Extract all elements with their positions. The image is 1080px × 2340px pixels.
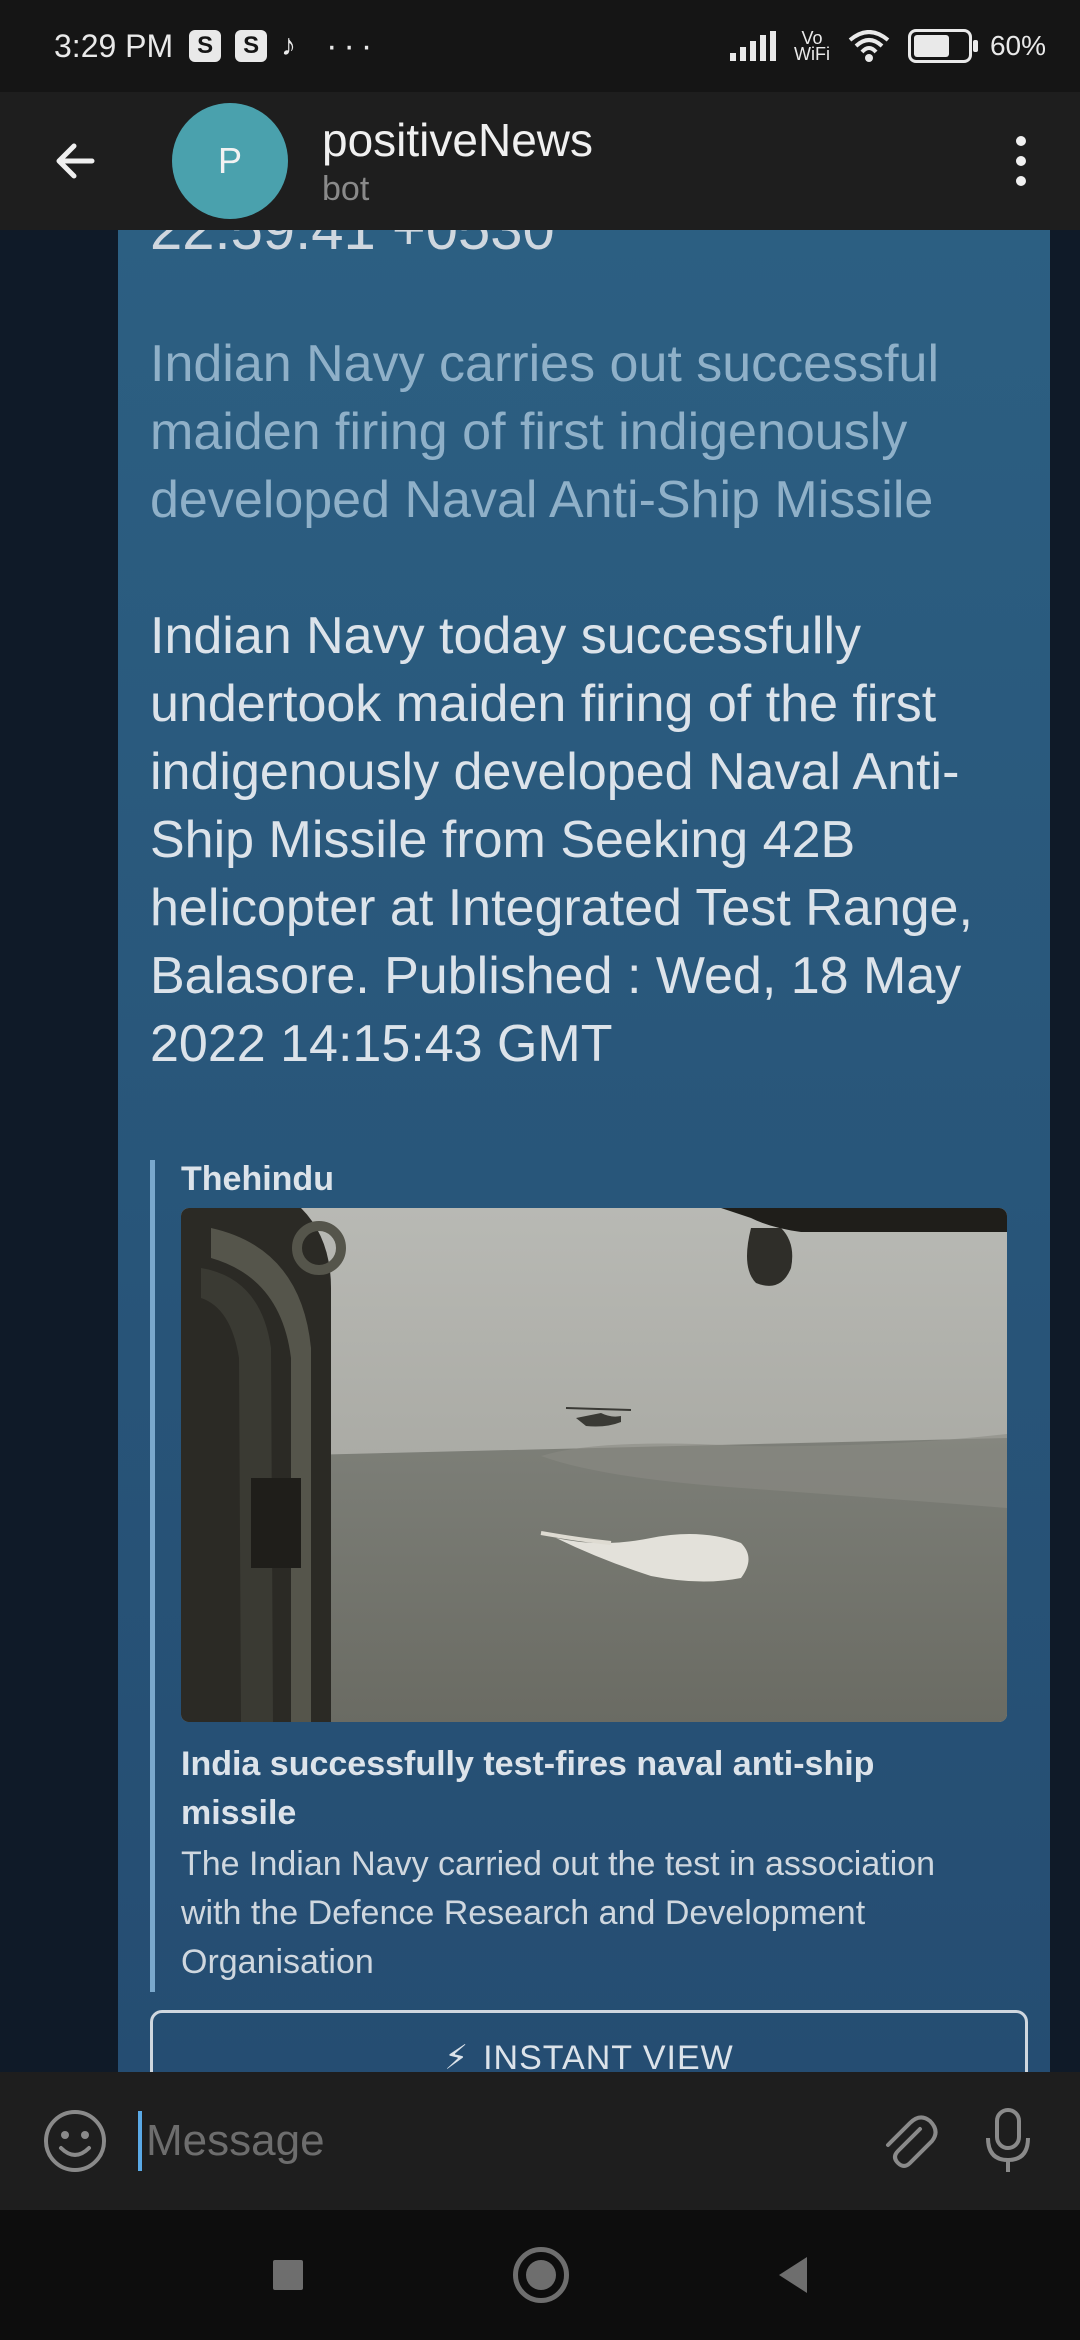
more-notifications-icon: ··· bbox=[326, 26, 379, 65]
message-input-bar: Message bbox=[0, 2072, 1080, 2210]
notification-app-icon: S bbox=[189, 30, 222, 62]
microphone-icon[interactable] bbox=[980, 2106, 1036, 2176]
message-body: Indian Navy today successfully undertook… bbox=[150, 607, 973, 1073]
message-input[interactable]: Message bbox=[138, 2111, 876, 2171]
system-back-button[interactable] bbox=[779, 2257, 807, 2293]
link-preview[interactable]: Thehindu India successfully test-fires n… bbox=[150, 1160, 1011, 1992]
system-nav-bar bbox=[0, 2210, 1080, 2340]
message-headline[interactable]: Indian Navy carries out successful maide… bbox=[150, 330, 1000, 534]
cell-signal-icon bbox=[729, 31, 776, 61]
preview-site-name: Thehindu bbox=[181, 1160, 334, 1198]
chat-subtitle: bot bbox=[322, 169, 370, 208]
chat-title: positiveNews bbox=[322, 113, 593, 166]
wifi-icon bbox=[848, 30, 890, 62]
message-cut-timestamp: 22:59:41 +0530 bbox=[150, 230, 555, 263]
home-button[interactable] bbox=[513, 2247, 569, 2303]
status-time: 3:29 PM bbox=[54, 27, 174, 64]
back-arrow-icon[interactable] bbox=[52, 138, 98, 184]
preview-description: The Indian Navy carried out the test in … bbox=[181, 1845, 936, 1981]
battery-percent: 60% bbox=[989, 30, 1046, 61]
text-caret bbox=[138, 2111, 142, 2171]
chat-area[interactable]: 22:59:41 +0530 Indian Navy carries out s… bbox=[0, 230, 1080, 2072]
bot-avatar[interactable]: P bbox=[172, 103, 288, 219]
notification-icons: S S ♪ ··· bbox=[189, 27, 378, 66]
vowifi-icon: Vo WiFi bbox=[793, 29, 830, 64]
instant-view-button[interactable]: ⚡ INSTANT VIEW bbox=[150, 2010, 1028, 2072]
avatar-letter: P bbox=[217, 140, 242, 181]
battery-icon bbox=[907, 29, 978, 63]
recents-button[interactable] bbox=[273, 2260, 303, 2290]
preview-image[interactable] bbox=[181, 1208, 1007, 1722]
instant-view-label: INSTANT VIEW bbox=[483, 2038, 734, 2073]
preview-title: India successfully test-fires naval anti… bbox=[181, 1745, 875, 1832]
chat-title-block[interactable]: positiveNews bot bbox=[322, 114, 593, 209]
tiktok-icon: ♪ bbox=[281, 29, 297, 62]
vowifi-wifi-label: WiFi bbox=[793, 44, 830, 64]
lightning-icon: ⚡ bbox=[444, 2039, 470, 2072]
chat-header: P positiveNews bot bbox=[0, 92, 1080, 230]
status-bar: 3:29 PM S S ♪ ··· Vo WiFi 60% bbox=[0, 0, 1080, 92]
message-placeholder: Message bbox=[146, 2116, 325, 2165]
notification-app-icon: S bbox=[235, 30, 268, 62]
preview-photo-illustration bbox=[181, 1208, 1007, 1722]
more-options-icon[interactable] bbox=[1014, 136, 1028, 186]
attach-icon[interactable] bbox=[876, 2109, 940, 2173]
emoji-icon[interactable] bbox=[42, 2108, 108, 2174]
